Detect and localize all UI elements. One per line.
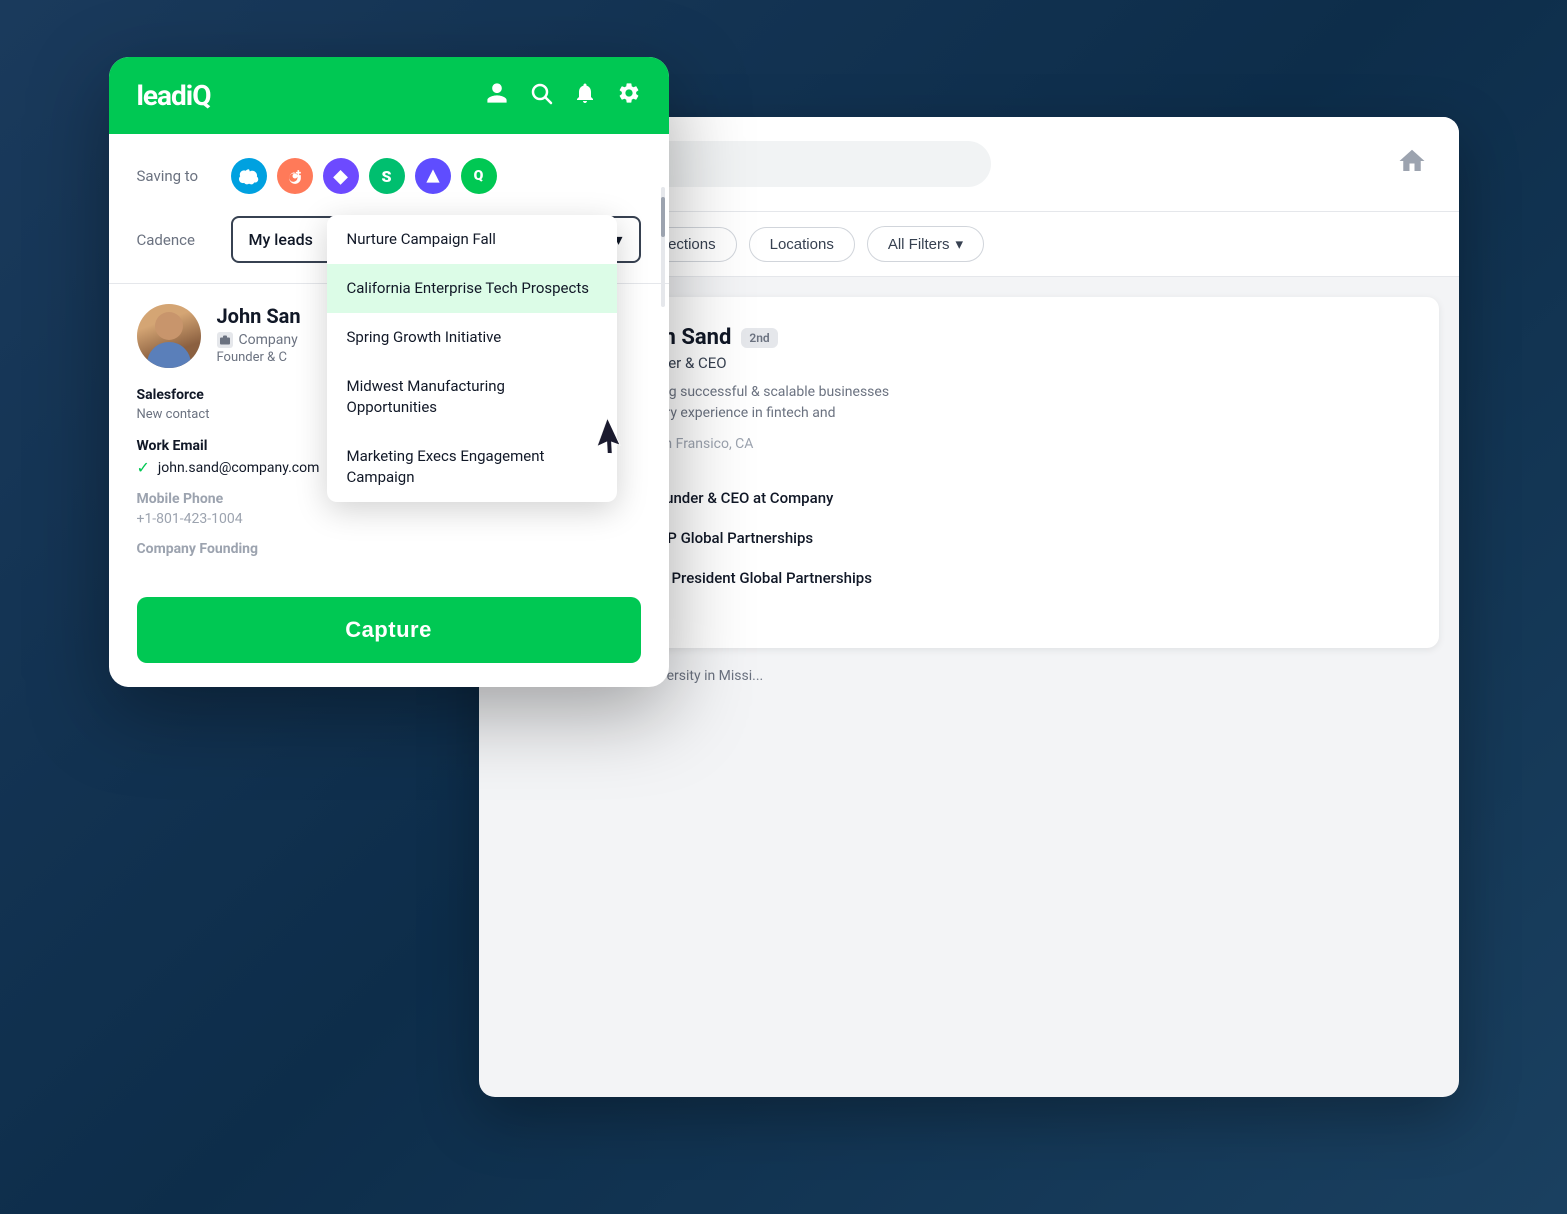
- home-icon[interactable]: [1397, 146, 1427, 183]
- purple-crm-icon[interactable]: ◆: [323, 158, 359, 194]
- scroll-thumb: [661, 197, 665, 237]
- search-icon[interactable]: [529, 81, 553, 111]
- outreach-icon[interactable]: [415, 158, 451, 194]
- filter-all[interactable]: All Filters ▾: [867, 226, 984, 262]
- header-icons: [485, 81, 641, 111]
- dropdown-item-1[interactable]: California Enterprise Tech Prospects: [327, 264, 617, 313]
- person-icon[interactable]: [485, 81, 509, 111]
- saving-to-row: Saving to ◆ S Q: [137, 158, 641, 194]
- gear-icon[interactable]: [617, 81, 641, 111]
- bg-profile-title: Founder & CEO: [627, 354, 1411, 372]
- saving-to-label: Saving to: [137, 167, 217, 185]
- leadiq-avatar: [137, 304, 201, 368]
- connect-icon[interactable]: Q: [461, 158, 497, 194]
- connection-badge: 2nd: [741, 328, 777, 348]
- capture-button[interactable]: Capture: [137, 597, 641, 663]
- check-icon: ✓: [137, 458, 150, 477]
- dropdown-item-4[interactable]: Marketing Execs Engagement Campaign: [327, 432, 617, 502]
- dropdown-item-3[interactable]: Midwest Manufacturing Opportunities: [327, 362, 617, 432]
- crm-icons-row: ◆ S Q: [231, 158, 497, 194]
- hubspot-icon[interactable]: [277, 158, 313, 194]
- cadence-dropdown: Nurture Campaign Fall California Enterpr…: [327, 215, 617, 502]
- filter-locations[interactable]: Locations: [749, 227, 855, 262]
- leadiq-logo: leadiQ: [137, 79, 211, 112]
- cadence-label: Cadence: [137, 231, 217, 249]
- bg-profile-info: John Sand 2nd Founder & CEO Building suc…: [627, 325, 1411, 468]
- bg-profile-bio: Building successful & scalable businesse…: [627, 382, 1411, 424]
- bg-profile-location: San Fransico, CA: [627, 436, 1411, 452]
- company-founding: Company Founding: [137, 541, 641, 557]
- salesloft-icon[interactable]: S: [369, 158, 405, 194]
- more-roles[interactable]: + 6 more: [567, 604, 1411, 620]
- salesforce-icon[interactable]: [231, 158, 267, 194]
- dropdown-item-2[interactable]: Spring Growth Initiative: [327, 313, 617, 362]
- dropdown-item-0[interactable]: Nurture Campaign Fall: [327, 215, 617, 264]
- scroll-track: [661, 187, 665, 307]
- bell-icon[interactable]: [573, 81, 597, 111]
- leadiq-header: leadiQ: [109, 57, 669, 134]
- company-icon: [217, 332, 233, 348]
